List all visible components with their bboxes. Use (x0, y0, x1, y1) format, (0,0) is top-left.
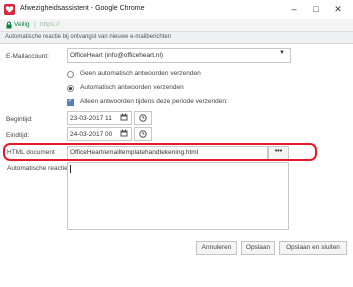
secure-label: Veilig (14, 21, 30, 28)
radio-auto-reply-label[interactable]: Automatisch antwoorden verzenden (80, 84, 184, 91)
checkmark-icon: ✓ (67, 97, 74, 104)
email-account-value: OfficeHeart (info@officeheart.nl) (70, 52, 164, 59)
highlight-outline (3, 143, 317, 161)
lock-icon (5, 21, 13, 29)
save-button[interactable]: Opslaan (241, 241, 275, 255)
save-and-close-button[interactable]: Opslaan en sluiten (279, 241, 347, 255)
text-cursor (70, 165, 71, 173)
section-header-text: Automatische reactie bij ontvangst van n… (5, 34, 172, 40)
radio-no-auto-reply[interactable] (67, 71, 74, 78)
calendar-icon[interactable] (120, 129, 128, 137)
clock-icon (139, 130, 147, 138)
heart-icon (4, 4, 15, 15)
radio-no-auto-reply-label[interactable]: Geen automatisch antwoorden verzenden (80, 70, 201, 77)
end-time-label: Eindtijd: (6, 132, 30, 139)
auto-reply-textarea[interactable] (67, 162, 289, 230)
close-button[interactable]: ✕ (328, 2, 348, 16)
cancel-button[interactable]: Annuleren (196, 241, 237, 255)
end-date-value: 24-03-2017 00 (70, 131, 113, 138)
calendar-icon[interactable] (120, 113, 128, 121)
radio-selected-dot (69, 87, 72, 90)
maximize-button[interactable]: □ (306, 2, 326, 16)
period-only-checkbox-label[interactable]: Alleen antwoorden tijdens deze periode v… (80, 98, 228, 105)
email-account-label: E-Mailaccount: (6, 53, 49, 60)
start-date-value: 23-03-2017 11 (70, 115, 112, 122)
start-time-label: Begintijd: (6, 116, 33, 123)
clock-icon (139, 114, 147, 122)
window-title: Afwezigheidsassistent - Google Chrome (20, 5, 145, 12)
url-text[interactable]: https:// (40, 21, 60, 28)
auto-reply-label: Automatische reactie (7, 165, 68, 172)
url-separator: | (34, 21, 36, 28)
minimize-button[interactable]: – (284, 2, 304, 16)
chevron-down-icon[interactable]: ▼ (279, 50, 285, 56)
